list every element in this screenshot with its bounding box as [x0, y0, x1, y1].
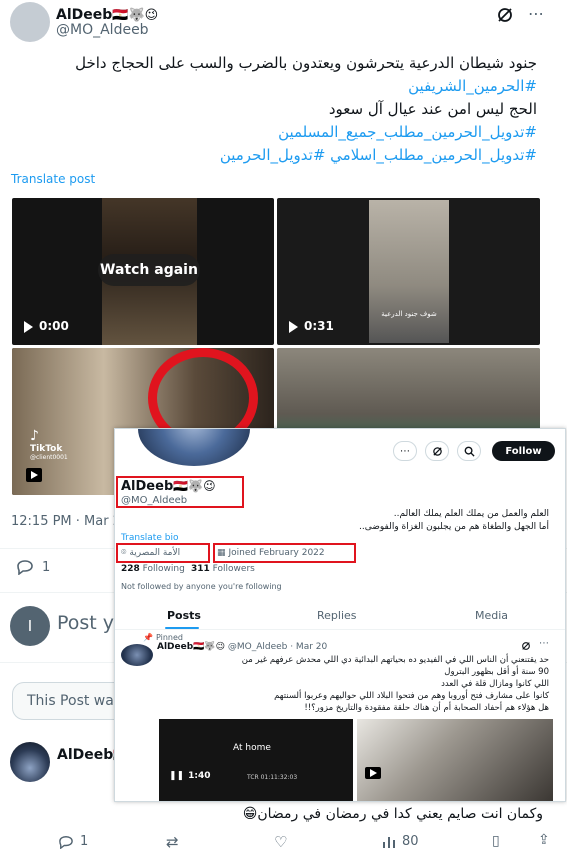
play-icon[interactable]: [365, 767, 381, 779]
pinned-label-row: 📌 Pinned: [143, 633, 183, 642]
like-button[interactable]: ♡: [274, 833, 287, 850]
pinned-post-avatar[interactable]: [121, 644, 153, 666]
video-timecode: TCR 01:11:32:03: [247, 774, 298, 781]
followers-label: Followers: [212, 564, 255, 574]
post-text-line: الحج ليس امن عند عيال آل سعود: [328, 100, 537, 118]
reply-count-button[interactable]: 1: [16, 559, 50, 575]
reply-reply-button[interactable]: 1: [58, 834, 88, 849]
translate-post-link[interactable]: Translate post: [11, 172, 95, 186]
reply-text: وكمان انت صايم يعني كدا في رمضان في رمضا…: [242, 806, 543, 822]
highlight-name-box: [116, 476, 244, 508]
reply-count: 1: [42, 559, 51, 575]
tab-posts[interactable]: Posts: [167, 609, 201, 622]
more-options-icon[interactable]: ⋯: [539, 638, 549, 649]
profile-bio-line: أما الجهل والطغاة هم من يجلبون الغزاة وا…: [359, 522, 549, 532]
watch-again-button[interactable]: Watch again: [98, 254, 200, 286]
video-thumbnail-2[interactable]: شوف جنود الدرعية 0:31: [277, 198, 540, 345]
video-play-control[interactable]: ❚❚ 1:40: [169, 771, 210, 781]
more-options-icon[interactable]: ⋯: [528, 4, 544, 23]
pinned-post-emoji: 🇪🇬🐺😉: [193, 642, 225, 652]
author-handle[interactable]: @MO_Aldeeb: [56, 22, 149, 38]
video-time: 1:40: [188, 771, 211, 781]
following-count: 228: [121, 564, 140, 574]
pinned-video-thumbnail-2[interactable]: [357, 719, 553, 801]
pause-icon: ❚❚: [169, 771, 185, 781]
pinned-post-line: 90 سنة أو أقل بظهور البترول: [444, 667, 549, 677]
followers-link[interactable]: 311 Followers: [191, 564, 255, 574]
video-play-control[interactable]: 0:31: [289, 319, 334, 333]
post-hashtag-line[interactable]: #تدويل_الحرمين_مطلب_جميع_المسلمين: [278, 121, 537, 143]
following-label: Following: [142, 564, 185, 574]
reply-icon: [17, 560, 33, 575]
tab-media[interactable]: Media: [475, 609, 508, 622]
tiktok-handle: @client0001: [30, 454, 68, 461]
bookmark-icon: ▯: [492, 833, 500, 849]
reply-reply-count: 1: [80, 834, 89, 849]
pinned-video-thumbnail[interactable]: At home ❚❚ 1:40 TCR 01:11:32:03: [159, 719, 353, 801]
play-icon: [24, 320, 33, 333]
tiktok-watermark: ♪ TikTok @client0001: [30, 428, 68, 461]
pinned-post-line: كانوا على مشارف فتح أوروبا وهم من فتحوا …: [274, 691, 549, 701]
grok-icon[interactable]: [496, 6, 516, 26]
repost-button[interactable]: ⇄: [166, 833, 179, 850]
views-icon: [383, 836, 395, 848]
search-button[interactable]: [457, 441, 481, 461]
video-play-control[interactable]: 0:00: [24, 319, 69, 333]
heart-icon: ♡: [274, 833, 288, 850]
followers-count: 311: [191, 564, 210, 574]
author-avatar[interactable]: [10, 2, 50, 42]
tiktok-icon: ♪: [30, 428, 39, 444]
pinned-post-line: حد يقتنعني أن الناس اللي في الفيديو ده ب…: [241, 655, 549, 665]
more-options-button[interactable]: ⋯: [393, 441, 417, 461]
video-caption: شوف جنود الدرعية: [381, 310, 437, 318]
pinned-post-line: اللي كانوا ومازال قلة في العدد: [441, 679, 549, 689]
repost-icon: ⇄: [166, 833, 179, 850]
grok-button[interactable]: [425, 441, 449, 461]
share-icon: ⇪: [538, 832, 550, 848]
pinned-post-line: هل هؤلاء هم أحفاد الصحابة أم أن هناك حلق…: [304, 703, 549, 713]
following-link[interactable]: 228 Following: [121, 564, 185, 574]
bookmark-button[interactable]: ▯: [492, 833, 500, 849]
post-hashtag-line[interactable]: #الحرمين_الشريفين: [408, 75, 537, 97]
video-still: [369, 200, 449, 343]
author-name-emoji: 🇪🇬🐺😉: [112, 8, 159, 23]
pinned-post-author: AlDeeb: [157, 642, 194, 652]
highlight-location-box: [116, 543, 210, 563]
grok-icon: [432, 446, 442, 456]
video-thumbnail-1[interactable]: Watch again 0:00: [12, 198, 274, 345]
pin-icon: 📌: [143, 633, 153, 642]
pinned-post-header: AlDeeb🇪🇬🐺😉 @MO_Aldeeb · Mar 20: [157, 642, 327, 652]
play-icon: [289, 320, 298, 333]
post-hashtag-line[interactable]: #تدويل_الحرمين_مطلب_اسلامي #تدويل_الحرمي…: [220, 144, 537, 166]
tab-replies[interactable]: Replies: [317, 609, 357, 622]
views-count: 80: [402, 834, 419, 849]
author-name-row[interactable]: AlDeeb🇪🇬🐺😉: [56, 4, 158, 23]
post-timestamp[interactable]: 12:15 PM · Mar 2: [11, 514, 121, 529]
pinned-post-handle-date: @MO_Aldeeb · Mar 20: [227, 642, 328, 652]
tabs-divider: [115, 629, 565, 630]
search-icon: [464, 446, 475, 457]
video-time: 0:00: [39, 319, 69, 333]
reply-author-name[interactable]: AlDeeb: [57, 747, 113, 763]
grok-icon[interactable]: [521, 641, 531, 654]
pinned-label: Pinned: [155, 633, 183, 642]
user-avatar[interactable]: I: [10, 606, 50, 646]
not-followed-note: Not followed by anyone you're following: [121, 582, 282, 591]
follow-button[interactable]: Follow: [492, 441, 555, 461]
unavailable-post-text: This Post was: [27, 693, 122, 709]
highlight-joined-box: [213, 543, 356, 563]
author-name[interactable]: AlDeeb: [56, 7, 112, 23]
reply-icon: [59, 835, 73, 849]
tiktok-label: TikTok: [30, 444, 63, 454]
share-button[interactable]: ⇪: [538, 832, 550, 848]
views-button[interactable]: 80: [382, 834, 419, 849]
video-label: At home: [233, 743, 271, 753]
profile-bio-line: العلم والعمل من يملك العلم يملك العالم..: [393, 509, 549, 519]
post-text-line: جنود شيطان الدرعية يتحرشون ويعتدون بالضر…: [75, 54, 537, 72]
profile-avatar[interactable]: [135, 429, 253, 469]
translate-bio-link[interactable]: Translate bio: [121, 533, 178, 543]
video-time: 0:31: [304, 319, 334, 333]
play-icon[interactable]: [26, 468, 42, 482]
reply-author-avatar[interactable]: [10, 742, 50, 782]
